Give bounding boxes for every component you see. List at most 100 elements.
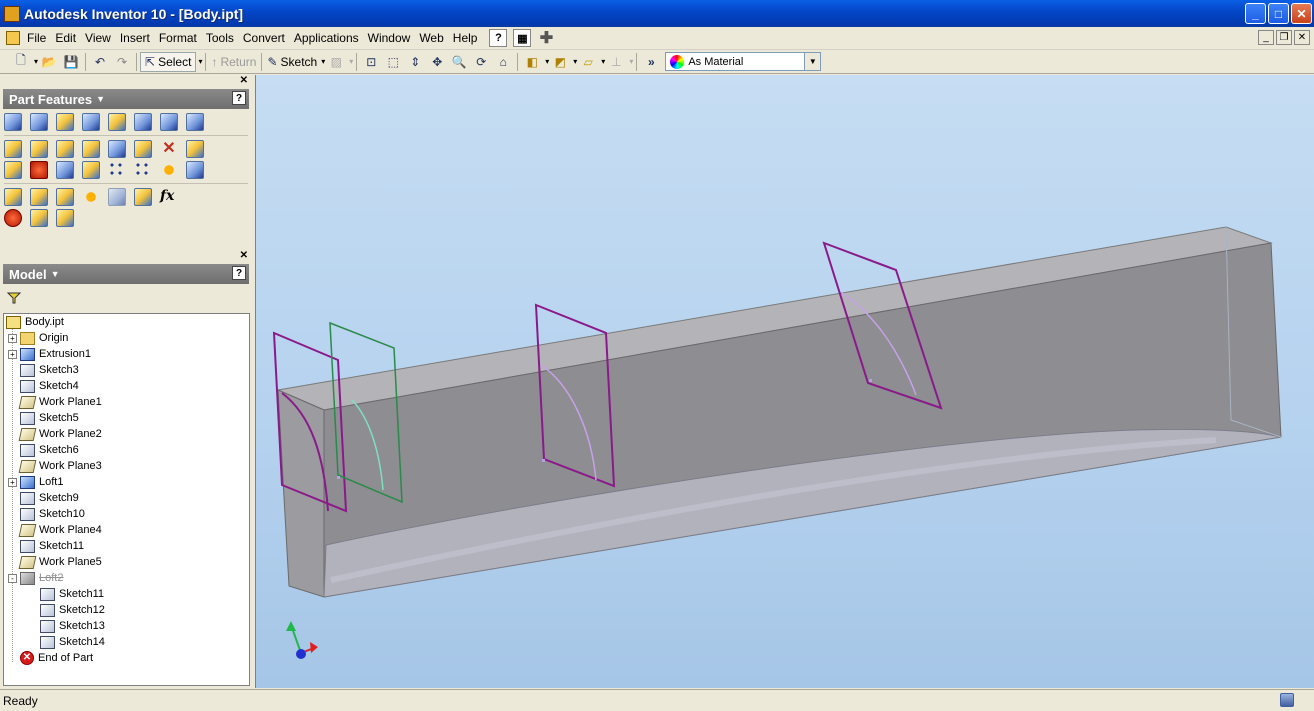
tree-item[interactable]: + Loft1: [8, 474, 63, 490]
zoom-all-icon[interactable]: ⊡: [360, 52, 382, 72]
open-folder-icon[interactable]: 📂: [38, 52, 60, 72]
split-icon[interactable]: [108, 140, 126, 158]
grounded-point-icon[interactable]: [108, 188, 126, 206]
face-draft-icon[interactable]: [82, 140, 100, 158]
status-indicator-icon[interactable]: [1280, 693, 1294, 707]
tree-item[interactable]: Sketch9: [8, 490, 79, 506]
rib-icon[interactable]: [108, 113, 126, 131]
model-tree[interactable]: Body.ipt + Origin + Extrusion1 Sketch3 Sketch4…: [3, 313, 250, 686]
collapse-icon[interactable]: -: [8, 573, 17, 583]
ground-plane-icon[interactable]: ▱: [577, 52, 599, 72]
derived-component-icon[interactable]: [134, 188, 152, 206]
inventor-app-icon[interactable]: [4, 5, 20, 22]
minimize-icon[interactable]: _: [1245, 3, 1266, 24]
loft-icon[interactable]: [134, 113, 152, 131]
sweep-icon[interactable]: [160, 113, 178, 131]
save-icon[interactable]: 💾: [60, 52, 82, 72]
tree-item[interactable]: Sketch11: [8, 538, 84, 554]
tree-item[interactable]: Body.ipt: [6, 314, 64, 330]
delete-face-icon[interactable]: ✕: [160, 140, 178, 158]
tree-item[interactable]: Work Plane1: [8, 394, 102, 410]
tree-item[interactable]: Sketch10: [8, 506, 85, 522]
menu-file[interactable]: File: [24, 29, 52, 47]
tree-item[interactable]: Sketch4: [8, 378, 79, 394]
help-icon[interactable]: ?: [232, 266, 246, 280]
color-style-select[interactable]: As Material ▼: [665, 52, 822, 71]
tree-item[interactable]: Sketch6: [8, 442, 79, 458]
display-mode-icon[interactable]: ◩: [549, 52, 571, 72]
tree-item[interactable]: + Origin: [8, 330, 68, 346]
pattern-icon[interactable]: [134, 161, 152, 179]
work-plane-icon[interactable]: [30, 188, 48, 206]
shell-icon[interactable]: [82, 113, 100, 131]
part-features-header[interactable]: Part Features ▼ ?: [3, 89, 249, 109]
tree-item[interactable]: Sketch12: [28, 602, 105, 618]
model-browser-header[interactable]: Model ▼ ?: [3, 264, 249, 284]
thicken-icon[interactable]: [134, 140, 152, 158]
close-icon[interactable]: ✕: [1291, 3, 1312, 24]
zoom-icon[interactable]: ⇕: [404, 52, 426, 72]
pan-icon[interactable]: ✥: [426, 52, 448, 72]
undo-icon[interactable]: ↶: [89, 52, 111, 72]
expand-icon[interactable]: +: [8, 477, 17, 487]
expand-icon[interactable]: +: [8, 349, 17, 359]
rotate-icon[interactable]: ⟳: [470, 52, 492, 72]
graphics-viewport[interactable]: [255, 75, 1314, 688]
filter-icon[interactable]: [7, 291, 21, 305]
tree-item[interactable]: Sketch5: [8, 410, 79, 426]
stitch-icon[interactable]: [82, 161, 100, 179]
new-file-icon[interactable]: 🗋: [10, 52, 32, 72]
extrude-icon[interactable]: [4, 113, 22, 131]
model-canvas[interactable]: [256, 75, 1314, 688]
document-icon[interactable]: [6, 31, 20, 45]
select-dropdown-icon[interactable]: ▾: [198, 57, 202, 66]
ifeature-insert-icon[interactable]: [30, 209, 48, 227]
hierarchy-icon[interactable]: ⊥: [605, 52, 627, 72]
menu-window[interactable]: Window: [365, 29, 417, 47]
menu-convert[interactable]: Convert: [240, 29, 291, 47]
tree-item[interactable]: Work Plane5: [8, 554, 102, 570]
panel-close-icon[interactable]: ✕: [240, 250, 248, 261]
work-axis-icon[interactable]: [56, 188, 74, 206]
tree-item[interactable]: ✕ End of Part: [8, 650, 93, 666]
menu-format[interactable]: Format: [156, 29, 203, 47]
move-icon[interactable]: ✚: [537, 29, 555, 47]
select-button[interactable]: ⇱ Select: [140, 51, 197, 72]
menu-help[interactable]: Help: [450, 29, 484, 47]
menu-edit[interactable]: Edit: [52, 29, 82, 47]
end-of-part-tool-icon[interactable]: [4, 209, 22, 227]
menu-view[interactable]: View: [82, 29, 117, 47]
circular-pattern-icon[interactable]: [160, 161, 178, 179]
thread-icon[interactable]: [4, 140, 22, 158]
design-doctor-icon[interactable]: »: [640, 52, 662, 72]
rectangular-pattern-icon[interactable]: [108, 161, 126, 179]
revolve-icon[interactable]: [30, 113, 48, 131]
fillet-icon[interactable]: [30, 140, 48, 158]
work-features-icon[interactable]: [4, 188, 22, 206]
menu-insert[interactable]: Insert: [117, 29, 156, 47]
coil-icon[interactable]: [186, 113, 204, 131]
mirror-icon[interactable]: [186, 161, 204, 179]
menu-tools[interactable]: Tools: [203, 29, 240, 47]
chevron-down-icon[interactable]: ▼: [804, 53, 821, 70]
tree-item[interactable]: Sketch11: [28, 586, 104, 602]
decal-icon[interactable]: [30, 161, 48, 179]
tree-item[interactable]: Sketch3: [8, 362, 79, 378]
sketch-button[interactable]: ✎ Sketch: [265, 52, 319, 72]
replace-face-icon[interactable]: [186, 140, 204, 158]
help-icon[interactable]: ?: [232, 91, 246, 105]
tree-item[interactable]: - Loft2: [8, 570, 63, 586]
help-topics-icon[interactable]: ?: [489, 29, 508, 47]
hole-icon[interactable]: [56, 113, 74, 131]
tree-item[interactable]: Sketch14: [28, 634, 105, 650]
emboss-icon[interactable]: [4, 161, 22, 179]
parameters-fx-icon[interactable]: fx: [160, 188, 178, 206]
update-icon[interactable]: ▨: [325, 52, 347, 72]
doc-close-icon[interactable]: ✕: [1294, 30, 1310, 45]
tree-item[interactable]: + Extrusion1: [8, 346, 91, 362]
doc-restore-icon[interactable]: ❐: [1276, 30, 1292, 45]
redo-icon[interactable]: ↷: [111, 52, 133, 72]
menu-applications[interactable]: Applications: [291, 29, 365, 47]
doc-minimize-icon[interactable]: _: [1258, 30, 1274, 45]
tree-item[interactable]: Sketch13: [28, 618, 105, 634]
